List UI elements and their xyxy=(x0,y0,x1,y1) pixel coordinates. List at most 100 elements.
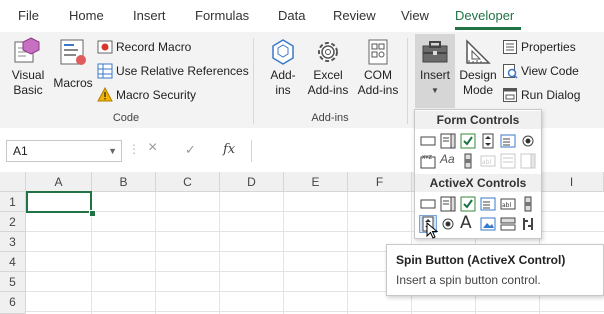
column-header-b[interactable]: B xyxy=(92,172,156,192)
excel-add-ins-button[interactable]: Excel Add-ins xyxy=(304,36,352,98)
row-header-5[interactable]: 5 xyxy=(0,272,26,292)
tab-developer[interactable]: Developer xyxy=(455,8,514,23)
chevron-down-icon[interactable]: ▼ xyxy=(108,141,117,161)
activex-more-controls-icon[interactable] xyxy=(520,216,536,232)
row-header-2[interactable]: 2 xyxy=(0,212,26,232)
form-controls-header: Form Controls xyxy=(415,111,541,129)
form-group-box-icon[interactable]: XYZ xyxy=(420,153,436,169)
row-header-4[interactable]: 4 xyxy=(0,252,26,272)
cancel-icon[interactable]: × xyxy=(148,139,157,157)
active-cell-a1[interactable] xyxy=(26,191,92,213)
column-header-a[interactable]: A xyxy=(26,172,92,192)
view-code-button[interactable]: View Code xyxy=(502,61,579,81)
activex-controls-header: ActiveX Controls xyxy=(415,174,541,192)
com-add-ins-button[interactable]: COM Add-ins xyxy=(354,36,402,98)
ribbon-tabs: File Home Insert Formulas Data Review Vi… xyxy=(0,0,604,32)
form-scroll-bar-icon[interactable] xyxy=(460,153,476,169)
activex-text-box-icon[interactable]: abl xyxy=(500,196,516,212)
add-ins-label-1: Add- xyxy=(270,68,296,82)
chevron-down-icon: ▼ xyxy=(431,86,439,95)
macros-button[interactable]: Macros xyxy=(52,36,94,91)
visual-basic-label-1: Visual xyxy=(11,68,45,82)
activex-image-icon[interactable] xyxy=(480,216,496,232)
group-label-add-ins: Add-ins xyxy=(311,112,349,124)
column-header-c[interactable]: C xyxy=(156,172,220,192)
properties-icon xyxy=(503,40,517,54)
form-list-box-icon[interactable] xyxy=(500,133,516,149)
tab-file[interactable]: File xyxy=(18,8,39,23)
formula-bar-splitter-icon[interactable]: ⋮ xyxy=(128,142,140,156)
gridline xyxy=(283,192,284,314)
macros-icon xyxy=(60,39,86,65)
activex-combo-box-icon[interactable] xyxy=(440,196,456,212)
macro-security-button[interactable]: Macro Security xyxy=(97,85,196,105)
column-header-i[interactable]: I xyxy=(540,172,604,192)
fill-handle[interactable] xyxy=(89,210,96,217)
excel-add-ins-label-2: Add-ins xyxy=(307,83,349,97)
tooltip-title: Spin Button (ActiveX Control) xyxy=(396,253,566,267)
form-check-box-icon[interactable] xyxy=(460,133,476,149)
add-ins-icon xyxy=(272,39,294,65)
record-macro-label: Record Macro xyxy=(116,40,192,54)
tab-review[interactable]: Review xyxy=(333,8,376,23)
activex-toggle-button-icon[interactable] xyxy=(500,216,516,232)
add-ins-button[interactable]: Add- ins xyxy=(262,36,304,98)
form-spin-button-icon[interactable] xyxy=(480,133,496,149)
record-macro-button[interactable]: Record Macro xyxy=(97,37,191,57)
svg-text:abl: abl xyxy=(502,202,511,209)
row-header-3[interactable]: 3 xyxy=(0,232,26,252)
insert-function-icon[interactable]: fx xyxy=(223,142,235,157)
insert-controls-label: Insert xyxy=(419,68,450,82)
visual-basic-button[interactable]: Visual Basic xyxy=(6,36,50,98)
properties-button[interactable]: Properties xyxy=(502,37,576,57)
column-header-e[interactable]: E xyxy=(284,172,348,192)
gridline xyxy=(347,192,348,314)
gear-icon xyxy=(318,42,338,62)
tab-home[interactable]: Home xyxy=(69,8,104,23)
activex-list-box-icon[interactable] xyxy=(480,196,496,212)
activex-option-button-icon[interactable] xyxy=(440,216,456,232)
activex-label-icon[interactable]: A xyxy=(460,213,476,233)
com-add-ins-label-2: Add-ins xyxy=(357,83,399,97)
group-label-code: Code xyxy=(112,112,140,124)
gridline xyxy=(219,192,220,314)
com-add-ins-icon xyxy=(368,39,388,65)
tab-insert[interactable]: Insert xyxy=(133,8,166,23)
enter-icon[interactable]: ✓ xyxy=(185,142,196,158)
activex-command-button-icon[interactable] xyxy=(420,196,436,212)
use-relative-references-button[interactable]: Use Relative References xyxy=(97,61,249,81)
name-box-value: A1 xyxy=(13,144,28,158)
form-combo-box-icon[interactable] xyxy=(440,133,456,149)
form-combo-list-edit-icon xyxy=(500,153,516,169)
warning-icon xyxy=(97,87,113,102)
insert-controls-button[interactable]: Insert ▼ xyxy=(415,34,455,108)
name-box[interactable]: A1 ▼ xyxy=(6,140,122,162)
run-dialog-icon xyxy=(503,88,517,102)
activex-check-box-icon[interactable] xyxy=(460,196,476,212)
design-mode-icon xyxy=(466,39,491,64)
visual-basic-label-2: Basic xyxy=(13,83,43,97)
svg-text:XYZ: XYZ xyxy=(422,155,432,161)
view-code-label: View Code xyxy=(521,64,579,78)
use-relative-references-label: Use Relative References xyxy=(116,64,249,78)
column-header-d[interactable]: D xyxy=(220,172,284,192)
tab-view[interactable]: View xyxy=(401,8,429,23)
form-combo-drop-down-icon xyxy=(520,153,536,169)
form-button-icon[interactable] xyxy=(420,133,436,149)
activex-scroll-bar-icon[interactable] xyxy=(520,196,536,212)
row-header-1[interactable]: 1 xyxy=(0,192,26,212)
column-header-f[interactable]: F xyxy=(348,172,412,192)
design-mode-button[interactable]: Design Mode xyxy=(457,36,499,98)
tab-formulas[interactable]: Formulas xyxy=(195,8,249,23)
group-separator xyxy=(407,38,408,124)
svg-text:abl: abl xyxy=(482,159,491,166)
row-header-6[interactable]: 6 xyxy=(0,292,26,314)
select-all-corner[interactable] xyxy=(0,172,26,192)
run-dialog-button[interactable]: Run Dialog xyxy=(502,85,580,105)
form-label-icon[interactable]: Aa xyxy=(440,152,456,168)
properties-label: Properties xyxy=(521,40,576,54)
insert-controls-dropdown: Form Controls XYZ Aa abl ActiveX Control… xyxy=(414,109,542,239)
tab-data[interactable]: Data xyxy=(278,8,305,23)
form-option-button-icon[interactable] xyxy=(520,133,536,149)
tooltip-description: Insert a spin button control. xyxy=(396,273,541,287)
